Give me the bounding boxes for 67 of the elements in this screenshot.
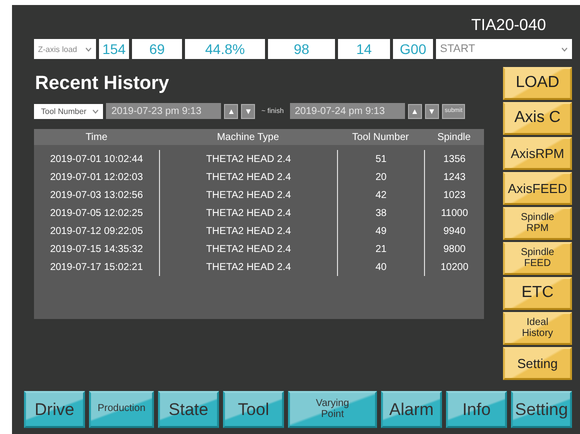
nav-button[interactable]: State [158, 391, 219, 428]
caret-icon [561, 46, 568, 52]
nav-button[interactable]: Drive [24, 391, 85, 428]
caret-icon [85, 46, 92, 52]
side-menu-button[interactable]: Axis C [503, 102, 572, 135]
table-cell-text: THETA2 HEAD 2.4 [205, 224, 292, 238]
table-cell-text: 1023 [442, 188, 467, 202]
machine-id: TIA20-040 [471, 17, 546, 35]
side-menu-button[interactable]: AxisFEED [503, 172, 572, 205]
nav-button[interactable]: Alarm [381, 391, 442, 428]
page-title: Recent History [35, 73, 170, 95]
table-cell-text: 9940 [442, 224, 467, 238]
reading-field: 154 [99, 39, 129, 59]
side-menu-button[interactable]: Spindle RPM [503, 207, 572, 240]
table-cell-text: THETA2 HEAD 2.4 [205, 260, 292, 274]
reading-field: G00 [393, 39, 433, 59]
metric-dropdown[interactable]: Z-axis load [34, 39, 96, 59]
table-cell-text: 38 [374, 206, 388, 220]
nav-button[interactable]: Varying Point [288, 391, 377, 428]
table-cell-text: 49 [374, 224, 388, 238]
down-button[interactable]: ▼ [424, 104, 439, 118]
up-button[interactable]: ▲ [408, 104, 422, 118]
table-cell-text: 42 [374, 188, 388, 202]
side-menu-button[interactable]: LOAD [503, 67, 572, 100]
side-menu-button[interactable]: Setting [503, 347, 572, 380]
table-cell-text: 11000 [440, 206, 470, 220]
column-header: Spindle [436, 132, 472, 142]
table-cell-text: 40 [374, 260, 388, 274]
table-cell-text: 2019-07-05 12:02:25 [49, 206, 144, 220]
field-dropdown[interactable]: Tool Number [34, 104, 104, 118]
table-cell-text: THETA2 HEAD 2.4 [205, 152, 292, 166]
up-button[interactable]: ▲ [224, 104, 238, 118]
table-cell-text: 2019-07-15 14:35:32 [49, 242, 144, 256]
side-menu-button[interactable]: Spindle FEED [503, 242, 572, 275]
side-menu-button[interactable]: AxisRPM [503, 137, 572, 170]
column-header: Time [84, 132, 108, 142]
table-cell-text: 9800 [442, 242, 467, 256]
table-cell-text: 2019-07-01 10:02:44 [49, 152, 144, 166]
table-cell-text: 21 [374, 242, 388, 256]
nav-button[interactable]: Tool [223, 391, 284, 428]
column-header: Machine Type [216, 132, 280, 142]
side-menu-button[interactable]: Ideal History [503, 312, 572, 345]
table-cell-text: 2019-07-03 13:02:56 [49, 188, 144, 202]
table-cell-text: THETA2 HEAD 2.4 [205, 170, 292, 184]
table-cell-text: 10200 [440, 260, 470, 274]
reading-field: 69 [132, 39, 182, 59]
table-cell-text: 2019-07-17 15:02:21 [49, 260, 144, 274]
reading-field: 14 [338, 39, 390, 59]
table-cell-text: 1243 [442, 170, 467, 184]
reading-field: 44.8% [185, 39, 265, 59]
nav-button[interactable]: Setting [511, 391, 572, 428]
table-cell-text: THETA2 HEAD 2.4 [205, 188, 292, 202]
nav-button[interactable]: Production [89, 391, 154, 428]
side-menu-button[interactable]: ETC [503, 277, 572, 310]
table-cell-text: 2019-07-12 09:22:05 [49, 224, 144, 238]
table-cell-text: 2019-07-01 12:02:03 [49, 170, 144, 184]
nav-button[interactable]: Info [446, 391, 507, 428]
mode-dropdown[interactable]: START [436, 39, 572, 59]
reading-field: 98 [268, 39, 335, 59]
table-cell-text: 1356 [442, 152, 467, 166]
table-cell-text: 20 [374, 170, 388, 184]
down-button[interactable]: ▼ [241, 104, 256, 118]
table-cell-text: 51 [374, 152, 388, 166]
table-cell-text: THETA2 HEAD 2.4 [205, 242, 292, 256]
caret-icon [92, 108, 100, 114]
column-header: Tool Number [351, 132, 410, 142]
table-cell-text: THETA2 HEAD 2.4 [205, 206, 292, 220]
